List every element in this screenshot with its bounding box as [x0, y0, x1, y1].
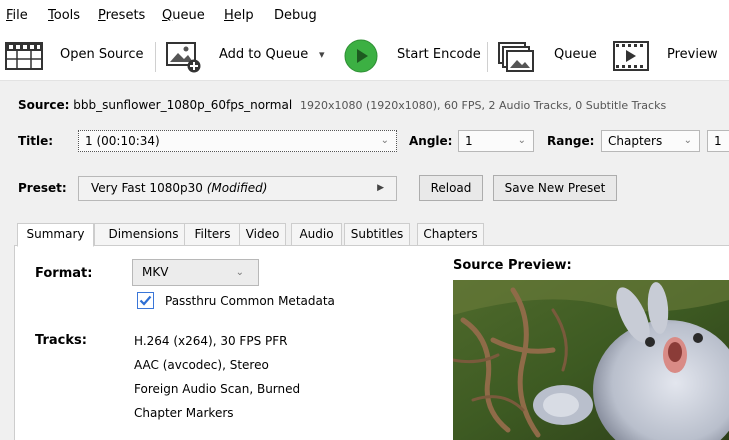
passthru-label[interactable]: Passthru Common Metadata	[165, 294, 335, 308]
tab-video[interactable]: Video	[239, 223, 286, 246]
title-label: Title:	[18, 134, 54, 148]
queue-icon[interactable]	[497, 41, 537, 76]
checkmark-icon	[139, 295, 152, 306]
preview-icon[interactable]	[613, 41, 649, 74]
menu-presets[interactable]: Presets	[98, 8, 145, 23]
play-icon[interactable]	[344, 39, 378, 76]
toolbar-separator	[487, 42, 488, 72]
preset-value: Very Fast 1080p30	[91, 181, 203, 195]
track-item: AAC (avcodec), Stereo	[134, 358, 269, 372]
range-label: Range:	[547, 134, 595, 148]
title-select[interactable]: 1 (00:10:34) ⌄	[78, 130, 397, 152]
angle-select-value: 1	[465, 134, 473, 148]
preset-select[interactable]: Very Fast 1080p30 (Modified) ▶	[78, 176, 397, 201]
tab-filters[interactable]: Filters	[184, 223, 241, 246]
passthru-checkbox[interactable]	[137, 292, 154, 309]
chevron-down-icon: ⌄	[683, 135, 692, 146]
range-start-value: 1	[714, 134, 722, 148]
track-item: H.264 (x264), 30 FPS PFR	[134, 334, 288, 348]
angle-select[interactable]: 1 ⌄	[458, 130, 534, 152]
tab-dimensions[interactable]: Dimensions	[94, 223, 193, 246]
menu-bar: File Tools Presets Queue Help Debug	[0, 0, 729, 32]
range-select[interactable]: Chapters ⌄	[601, 130, 700, 152]
source-details: 1920x1080 (1920x1080), 60 FPS, 2 Audio T…	[299, 99, 667, 112]
source-preview-label: Source Preview:	[453, 258, 572, 273]
tab-subtitles[interactable]: Subtitles	[344, 223, 410, 246]
format-select[interactable]: MKV ⌄	[132, 259, 259, 286]
source-name: bbb_sunflower_1080p_60fps_normal	[73, 98, 293, 112]
preset-modified: (Modified)	[206, 181, 268, 195]
add-to-queue-button[interactable]: Add to Queue	[219, 47, 308, 62]
start-encode-button[interactable]: Start Encode	[397, 47, 481, 62]
tab-summary[interactable]: Summary	[17, 223, 94, 247]
menu-help[interactable]: Help	[224, 8, 254, 23]
menu-debug[interactable]: Debug	[274, 8, 317, 23]
source-label: Source:	[18, 98, 70, 112]
preset-label: Preset:	[18, 181, 67, 195]
preview-button[interactable]: Preview	[667, 47, 718, 62]
chevron-down-icon: ⌄	[235, 267, 244, 278]
chevron-down-icon: ⌄	[517, 135, 526, 146]
track-item: Foreign Audio Scan, Burned	[134, 382, 301, 396]
tab-chapters[interactable]: Chapters	[417, 223, 484, 246]
chevron-right-icon: ▶	[377, 183, 384, 193]
queue-button[interactable]: Queue	[554, 47, 597, 62]
toolbar-separator	[155, 42, 156, 72]
save-new-preset-button[interactable]: Save New Preset	[493, 175, 617, 201]
chevron-down-icon: ⌄	[380, 135, 389, 146]
track-item: Chapter Markers	[134, 406, 234, 420]
title-select-value: 1 (00:10:34)	[85, 134, 160, 148]
format-label: Format:	[35, 266, 93, 281]
source-preview-image	[453, 280, 729, 440]
range-start-select[interactable]: 1	[707, 130, 729, 152]
source-row: Source: bbb_sunflower_1080p_60fps_normal…	[18, 98, 666, 112]
open-source-button[interactable]: Open Source	[60, 47, 144, 62]
toolbar: Open Source Add to Queue ▾ Start Encode …	[0, 32, 729, 81]
range-select-value: Chapters	[608, 134, 663, 148]
add-to-queue-dropdown-icon[interactable]: ▾	[319, 48, 325, 61]
format-select-value: MKV	[142, 265, 169, 279]
add-to-queue-icon[interactable]	[165, 41, 203, 76]
tab-audio[interactable]: Audio	[291, 223, 342, 246]
menu-queue[interactable]: Queue	[162, 8, 205, 23]
angle-label: Angle:	[409, 134, 453, 148]
open-source-icon[interactable]	[5, 41, 43, 74]
menu-file[interactable]: File	[6, 8, 28, 23]
menu-tools[interactable]: Tools	[48, 8, 80, 23]
tracks-label: Tracks:	[35, 333, 87, 348]
reload-button[interactable]: Reload	[419, 175, 483, 201]
